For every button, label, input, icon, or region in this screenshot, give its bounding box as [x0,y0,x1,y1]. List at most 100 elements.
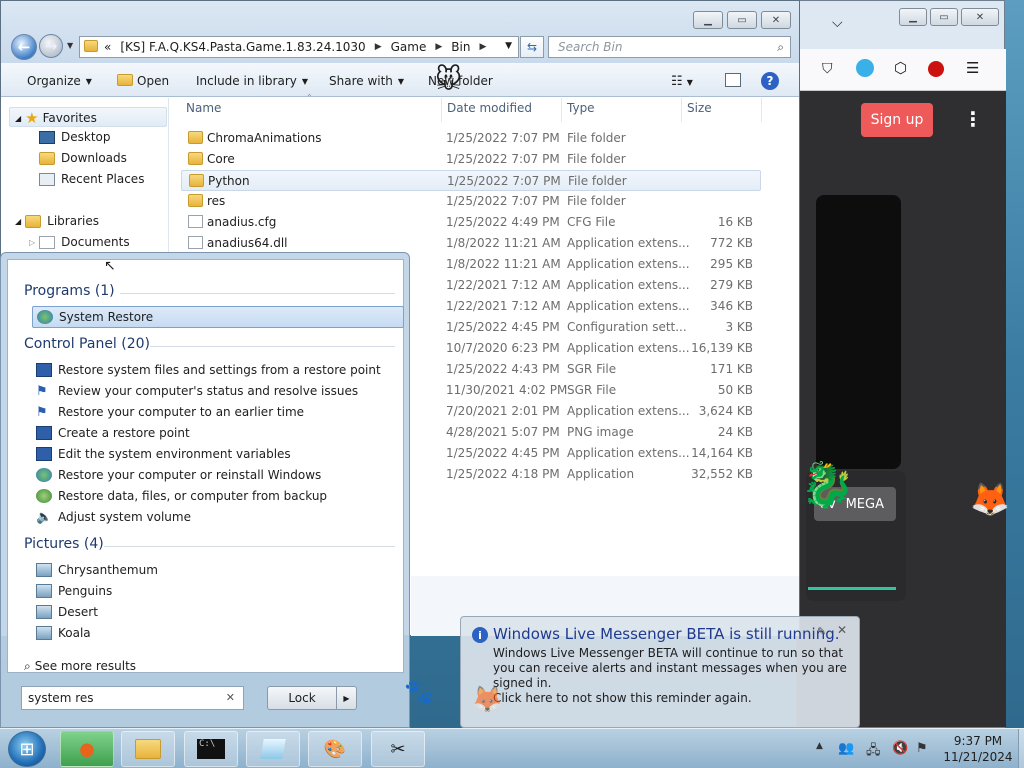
column-divider[interactable] [681,98,682,122]
action-center-icon[interactable]: ⚑ [916,741,928,756]
chevron-down-icon[interactable]: ⌵ [832,15,843,31]
result-picture-1[interactable]: Penguins [36,584,112,598]
organize-button[interactable]: Organize ▼ [27,74,92,88]
show-desktop-button[interactable] [1018,729,1024,768]
result-cp-5[interactable]: Restore your computer or reinstall Windo… [36,468,321,482]
notepad-icon [260,739,286,759]
pin-icon[interactable]: ✎ [817,625,826,638]
taskbar-explorer[interactable] [121,731,175,767]
column-size[interactable]: Size [687,101,712,115]
address-bar[interactable]: « [KS] F.A.Q.KS4.Pasta.Game.1.83.24.1030… [79,36,519,58]
close-icon[interactable]: ✕ [837,623,847,637]
taskbar-notepad[interactable] [246,731,300,767]
programs-header[interactable]: Programs (1) [24,283,115,299]
nav-documents[interactable]: ▷ Documents [29,235,130,249]
pocket-icon[interactable]: ⛉ [822,61,833,77]
extensions-icon[interactable]: ⬡ [894,59,907,77]
result-cp-6[interactable]: Restore data, files, or computer from ba… [36,489,327,503]
nav-desktop[interactable]: Desktop [39,130,111,144]
file-row[interactable]: anadius.cfg 1/25/2022 4:49 PM CFG File 16 K… [181,212,761,233]
chevron-right-icon[interactable]: ▶ [375,42,382,52]
column-divider[interactable] [561,98,562,122]
forward-button[interactable]: → [39,34,63,58]
result-cp-3[interactable]: Create a restore point [36,426,190,440]
result-system-restore[interactable]: System Restore [32,306,404,328]
show-hidden-icons[interactable]: ▲ [816,741,823,751]
file-row[interactable]: ChromaAnimations 1/25/2022 7:07 PM File fo… [181,128,761,149]
close-button[interactable]: ✕ [961,8,999,26]
start-button[interactable]: ⊞ [8,731,46,767]
control-panel-header[interactable]: Control Panel (20) [24,336,150,352]
result-picture-3[interactable]: Koala [36,626,91,640]
refresh-button[interactable]: ⇆ [520,36,544,58]
column-date-modified[interactable]: Date modified [447,101,532,115]
back-button[interactable]: ← [11,34,37,60]
lock-button[interactable]: Lock ▶ [267,686,357,710]
pictures-header[interactable]: Pictures (4) [24,536,104,552]
chevron-right-icon[interactable]: ▶ [435,42,442,52]
help-icon[interactable]: ? [761,72,779,90]
result-cp-1[interactable]: ⚑ Review your computer's status and resol… [36,384,358,399]
column-divider[interactable] [761,98,762,122]
file-row[interactable]: res 1/25/2022 7:07 PM File folder [181,191,761,212]
view-options-icon[interactable]: ☷ ▼ [671,74,693,89]
chevron-right-icon[interactable]: ▶ [336,687,356,709]
network-icon[interactable]: 🖧 [866,741,881,763]
maximize-button[interactable]: ▭ [727,11,757,29]
result-cp-0[interactable]: Restore system files and settings from a… [36,363,381,377]
file-row[interactable]: anadius64.dll 1/8/2022 11:21 AM Applicatio… [181,233,761,254]
column-divider[interactable] [441,98,442,122]
nav-recent-places[interactable]: Recent Places [39,172,144,186]
taskbar-snipping-tool[interactable]: ✂ [371,731,425,767]
see-more-results-link[interactable]: ⌕ See more results [24,659,136,674]
result-cp-4[interactable]: Edit the system environment variables [36,447,291,461]
preview-pane-icon[interactable] [725,73,741,87]
start-search-input[interactable]: system res ✕ [21,686,244,710]
minimize-button[interactable]: ▁ [693,11,723,29]
maximize-button[interactable]: ▭ [930,8,958,26]
eevee-sprite: 🦊 [471,685,504,715]
breadcrumb-segment[interactable]: Game [391,40,427,54]
vpn-icon[interactable] [856,59,874,77]
nav-downloads[interactable]: Downloads [39,151,127,165]
messenger-tray-icon[interactable]: 👥 [838,741,854,756]
file-row[interactable]: Core 1/25/2022 7:07 PM File folder [181,149,761,170]
column-type[interactable]: Type [567,101,595,115]
breadcrumb-segment[interactable]: [KS] F.A.Q.KS4.Pasta.Game.1.83.24.1030 [120,40,365,54]
recent-pages-icon[interactable]: ▼ [67,41,73,50]
file-row[interactable]: Python 1/25/2022 7:07 PM File folder [181,170,761,191]
nav-favorites[interactable]: ◢ ★ Favorites [15,109,97,127]
system-clock[interactable]: 9:37 PM 11/21/2024 [938,733,1018,765]
ublock-icon[interactable] [928,61,944,77]
share-with-button[interactable]: Share with ▼ [329,74,404,88]
column-name[interactable]: Name [186,101,221,115]
chevron-down-icon[interactable]: ▼ [505,41,512,51]
nav-libraries-label: Libraries [47,214,99,228]
include-in-library-button[interactable]: Include in library ▼ [196,74,308,88]
signup-button[interactable]: Sign up [861,103,933,137]
minimize-button[interactable]: ▁ [899,8,927,26]
file-size: 32,552 KB [691,467,753,481]
taskbar-cmd[interactable]: C:\ [184,731,238,767]
nav-libraries[interactable]: ◢ Libraries [15,214,99,228]
search-input[interactable]: Search Bin ⌕ [548,36,791,58]
result-cp-7[interactable]: 🔈 Adjust system volume [36,510,191,525]
open-button[interactable]: Open [117,74,169,88]
file-name: ChromaAnimations [207,131,322,145]
dont-show-reminder-link[interactable]: Click here to not show this reminder aga… [493,691,752,705]
chevron-right-icon[interactable]: ▶ [479,42,486,52]
result-picture-0[interactable]: Chrysanthemum [36,563,158,577]
hamburger-menu-icon[interactable]: ☰ [966,59,979,77]
taskbar-paint[interactable]: 🎨 [308,731,362,767]
image-icon [36,584,52,598]
result-cp-2[interactable]: ⚑ Restore your computer to an earlier tim… [36,405,304,420]
kebab-icon[interactable]: ⋮ [963,109,983,129]
result-picture-2[interactable]: Desert [36,605,98,619]
clear-search-icon[interactable]: ✕ [226,691,235,704]
volume-muted-icon[interactable]: 🔇 [892,741,908,756]
taskbar-firefox[interactable]: ● [60,731,114,767]
breadcrumb-prefix[interactable]: « [104,40,111,54]
close-button[interactable]: ✕ [761,11,791,29]
messenger-notification[interactable]: i Windows Live Messenger BETA is still r… [460,616,860,728]
breadcrumb-segment[interactable]: Bin [451,40,470,54]
